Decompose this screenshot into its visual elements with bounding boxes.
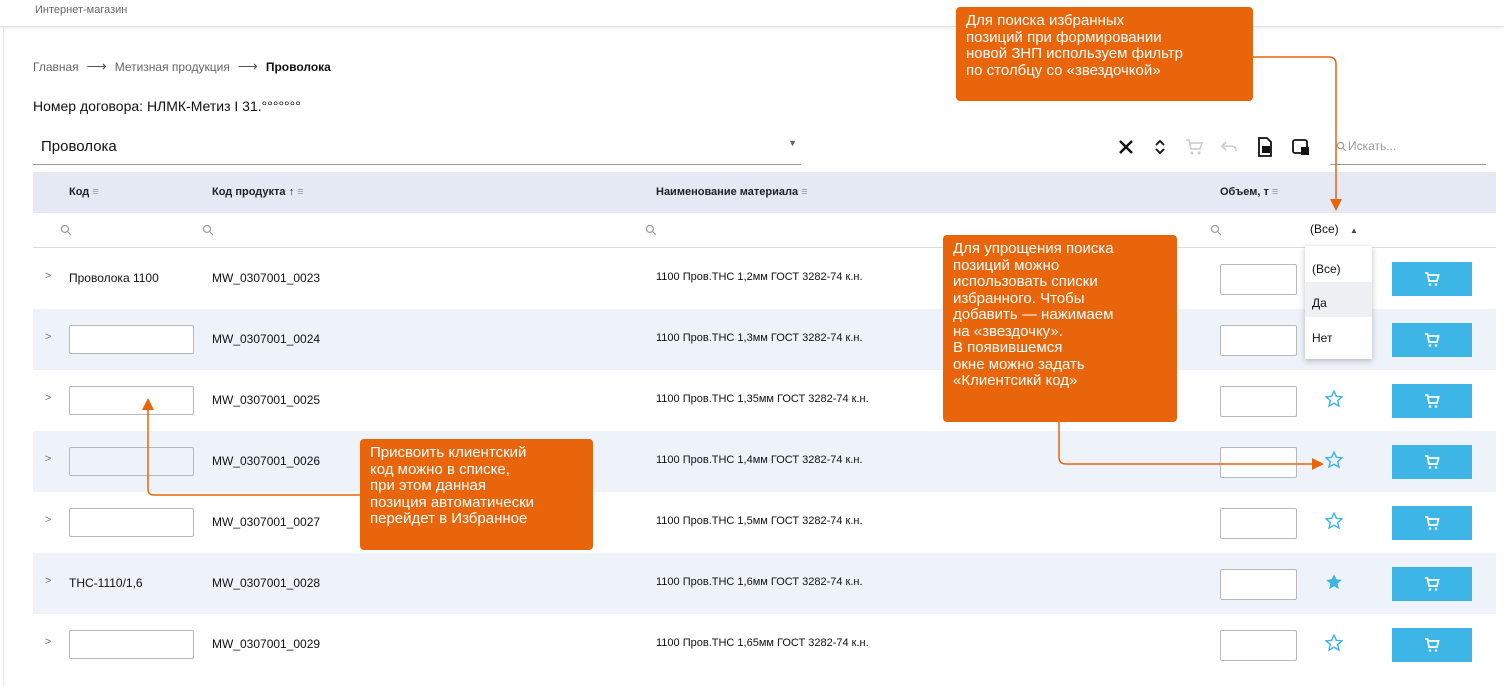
callout-line: Для упрощения поиска <box>953 240 1114 257</box>
callout-line: позиций можно <box>953 256 1060 274</box>
callout-line: на «звездочку». <box>953 322 1063 340</box>
callout-line: избранного. Чтобы <box>953 289 1085 307</box>
callout-line: код можно в списке, <box>370 460 510 478</box>
callout-filter-hint: Для поиска избранных позиций при формиров… <box>956 7 1253 101</box>
callout-line: «Клиентсикй код» <box>953 372 1078 389</box>
callout-line: позиция автоматически <box>370 493 535 511</box>
callout-line: добавить — нажимаем <box>953 306 1114 323</box>
callout-client-code-hint: Присвоить клиентский код можно в списке, п… <box>360 439 593 550</box>
callout-line: новой ЗНП используем фильтр <box>966 45 1183 62</box>
callout-line: Присвоить клиентский <box>370 444 527 461</box>
callout-favorites-hint: Для упрощения поиска позиций можно использ… <box>943 235 1177 422</box>
callout-line: Для поиска избранных <box>966 12 1125 29</box>
callout-line: при этом данная <box>370 477 486 494</box>
annotation-arrows <box>142 56 1342 496</box>
callout-line: использовать списки <box>953 273 1098 290</box>
callout-line: позиций при формировании <box>966 28 1162 46</box>
callout-line: окне можно задать <box>953 355 1085 373</box>
callout-line: перейдет в Избранное <box>370 510 528 527</box>
callout-line: по столбцу со «звездочкой» <box>966 61 1161 79</box>
callout-line: В появившемся <box>953 339 1063 356</box>
